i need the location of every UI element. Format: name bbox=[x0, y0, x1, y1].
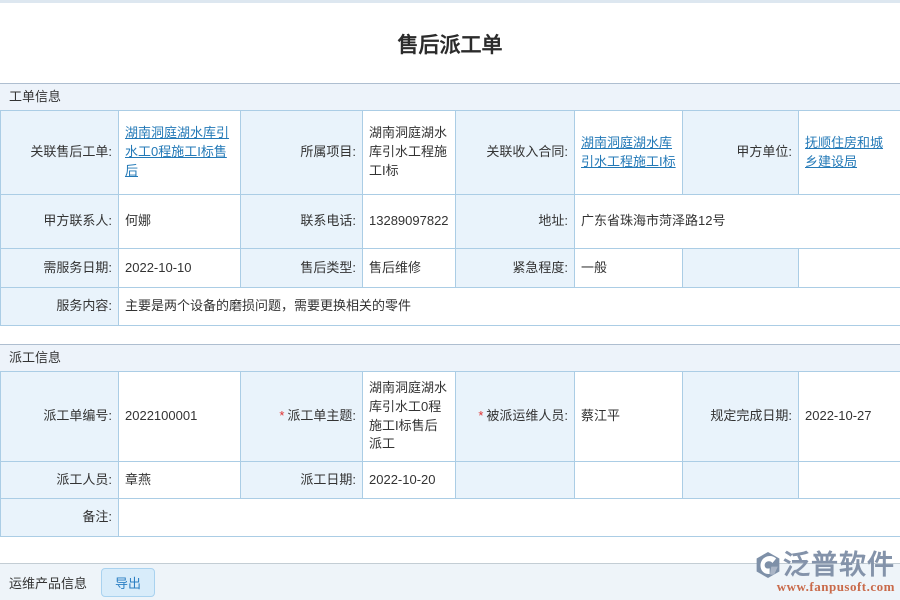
work-order-table: 关联售后工单: 湖南洞庭湖水库引水工0程施工I标售后 所属项目: 湖南洞庭湖水库… bbox=[0, 110, 900, 326]
income-contract-cell: 湖南洞庭湖水库引水工程施工I标 bbox=[575, 111, 683, 195]
phone-value: 13289097822 bbox=[363, 195, 456, 249]
dispatch-row-2: 派工人员: 章燕 派工日期: 2022-10-20 bbox=[1, 462, 900, 499]
urgency-label: 紧急程度: bbox=[456, 249, 575, 288]
empty-label-cell bbox=[683, 249, 799, 288]
service-date-value: 2022-10-10 bbox=[119, 249, 241, 288]
dispatch-table: 派工单编号: 2022100001 *派工单主题: 湖南洞庭湖水库引水工0程施工… bbox=[0, 371, 900, 537]
dispatch-subject-label: *派工单主题: bbox=[241, 372, 363, 462]
required-asterisk: * bbox=[279, 408, 284, 423]
dispatch-date-label: 派工日期: bbox=[241, 462, 363, 499]
top-strip bbox=[0, 0, 900, 3]
client-contact-label: 甲方联系人: bbox=[1, 195, 119, 249]
address-label: 地址: bbox=[456, 195, 575, 249]
dispatch-assignee-label-text: 被派运维人员: bbox=[486, 408, 568, 423]
related-service-order-cell: 湖南洞庭湖水库引水工0程施工I标售后 bbox=[119, 111, 241, 195]
dispatch-deadline-label: 规定完成日期: bbox=[683, 372, 799, 462]
empty-value-cell bbox=[799, 249, 900, 288]
project-value: 湖南洞庭湖水库引水工程施工I标 bbox=[363, 111, 456, 195]
work-order-row-3: 需服务日期: 2022-10-10 售后类型: 售后维修 紧急程度: 一般 bbox=[1, 249, 900, 288]
section-title-work-order: 工单信息 bbox=[9, 89, 61, 104]
dispatcher-value: 章燕 bbox=[119, 462, 241, 499]
urgency-value: 一般 bbox=[575, 249, 683, 288]
service-type-value: 售后维修 bbox=[363, 249, 456, 288]
address-value: 广东省珠海市菏泽路12号 bbox=[575, 195, 900, 249]
service-content-label: 服务内容: bbox=[1, 288, 119, 326]
client-unit-label: 甲方单位: bbox=[683, 111, 799, 195]
service-date-label: 需服务日期: bbox=[1, 249, 119, 288]
service-content-value: 主要是两个设备的磨损问题，需要更换相关的零件 bbox=[119, 288, 900, 326]
fanpu-logo-icon bbox=[755, 551, 781, 579]
fanpu-watermark: 泛普软件 www.fanpusoft.com bbox=[755, 551, 895, 595]
client-unit-link[interactable]: 抚顺住房和城乡建设局 bbox=[805, 135, 883, 169]
dispatch-row-3: 备注: bbox=[1, 499, 900, 537]
related-service-order-label: 关联售后工单: bbox=[1, 111, 119, 195]
empty-value-cell bbox=[799, 462, 900, 499]
dispatch-subject-label-text: 派工单主题: bbox=[287, 408, 356, 423]
required-asterisk: * bbox=[478, 408, 483, 423]
section-header-work-order: 工单信息 bbox=[0, 83, 900, 110]
phone-label: 联系电话: bbox=[241, 195, 363, 249]
section-title-dispatch: 派工信息 bbox=[9, 350, 61, 365]
related-service-order-link[interactable]: 湖南洞庭湖水库引水工0程施工I标售后 bbox=[125, 125, 229, 178]
dispatch-date-value: 2022-10-20 bbox=[363, 462, 456, 499]
remark-label: 备注: bbox=[1, 499, 119, 537]
watermark-row: 泛普软件 bbox=[755, 551, 895, 579]
export-button[interactable]: 导出 bbox=[101, 568, 155, 597]
income-contract-link[interactable]: 湖南洞庭湖水库引水工程施工I标 bbox=[581, 135, 676, 169]
dispatch-deadline-value: 2022-10-27 bbox=[799, 372, 900, 462]
section-header-dispatch: 派工信息 bbox=[0, 344, 900, 371]
dispatch-subject-value: 湖南洞庭湖水库引水工0程施工I标售后派工 bbox=[363, 372, 456, 462]
work-order-row-4: 服务内容: 主要是两个设备的磨损问题，需要更换相关的零件 bbox=[1, 288, 900, 326]
empty-value-cell bbox=[575, 462, 683, 499]
work-order-row-2: 甲方联系人: 何娜 联系电话: 13289097822 地址: 广东省珠海市菏泽… bbox=[1, 195, 900, 249]
work-order-row-1: 关联售后工单: 湖南洞庭湖水库引水工0程施工I标售后 所属项目: 湖南洞庭湖水库… bbox=[1, 111, 900, 195]
dispatch-row-1: 派工单编号: 2022100001 *派工单主题: 湖南洞庭湖水库引水工0程施工… bbox=[1, 372, 900, 462]
section-gap bbox=[0, 326, 900, 344]
dispatch-order-no-label: 派工单编号: bbox=[1, 372, 119, 462]
client-contact-value: 何娜 bbox=[119, 195, 241, 249]
maintenance-products-label: 运维产品信息 bbox=[9, 573, 87, 592]
remark-value bbox=[119, 499, 900, 537]
dispatch-assignee-value: 蔡江平 bbox=[575, 372, 683, 462]
brand-url: www.fanpusoft.com bbox=[755, 579, 895, 595]
empty-label-cell bbox=[683, 462, 799, 499]
income-contract-label: 关联收入合同: bbox=[456, 111, 575, 195]
brand-name: 泛普软件 bbox=[783, 552, 895, 579]
project-label: 所属项目: bbox=[241, 111, 363, 195]
client-unit-cell: 抚顺住房和城乡建设局 bbox=[799, 111, 900, 195]
empty-label-cell bbox=[456, 462, 575, 499]
service-type-label: 售后类型: bbox=[241, 249, 363, 288]
page-title: 售后派工单 bbox=[0, 29, 900, 59]
dispatch-order-no-value: 2022100001 bbox=[119, 372, 241, 462]
dispatcher-label: 派工人员: bbox=[1, 462, 119, 499]
dispatch-assignee-label: *被派运维人员: bbox=[456, 372, 575, 462]
